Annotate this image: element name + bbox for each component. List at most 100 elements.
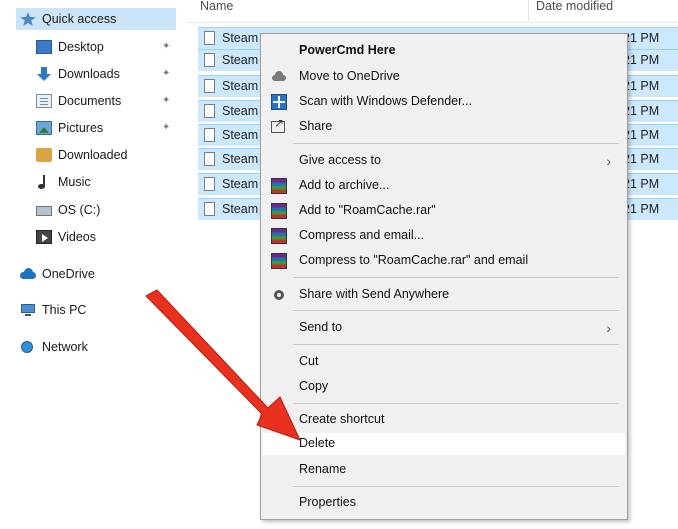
onedrive-icon <box>271 69 287 85</box>
column-header: Name Date modified <box>186 0 678 23</box>
nav-network[interactable]: Network <box>20 336 88 358</box>
file-name: Steam <box>222 53 259 67</box>
menu-separator <box>293 310 619 311</box>
onedrive-icon <box>20 267 36 281</box>
nav-videos[interactable]: Videos <box>36 226 96 248</box>
nav-label: Desktop <box>58 40 104 54</box>
file-icon <box>204 53 215 67</box>
menu-item-create-shortcut[interactable]: Create shortcut <box>263 409 625 431</box>
nav-label: Quick access <box>42 12 117 26</box>
videos-icon <box>36 230 52 244</box>
nav-music[interactable]: Music <box>36 171 91 193</box>
nav-documents[interactable]: Documents <box>36 90 121 112</box>
file-name: Steam <box>222 202 259 216</box>
menu-item-label: Cut <box>299 354 319 368</box>
file-date: 21 PM <box>623 202 660 216</box>
send-anywhere-icon <box>274 290 284 300</box>
file-icon <box>204 104 215 118</box>
file-icon <box>204 128 215 142</box>
menu-item-label: Rename <box>299 462 347 476</box>
downloads-icon <box>36 67 52 81</box>
menu-separator <box>293 277 619 278</box>
menu-item-rename[interactable]: Rename <box>263 459 625 481</box>
nav-quick-access[interactable]: Quick access <box>16 8 176 30</box>
file-name: Steam <box>222 177 259 191</box>
file-icon <box>204 202 215 216</box>
menu-item-move-onedrive[interactable]: Move to OneDrive <box>263 66 625 88</box>
defender-shield-icon <box>271 94 287 110</box>
documents-icon <box>36 94 52 108</box>
file-name: Steam <box>222 128 259 142</box>
menu-separator <box>293 143 619 144</box>
nav-label: Downloads <box>58 67 120 81</box>
column-divider[interactable] <box>528 0 529 22</box>
file-date: 21 PM <box>623 128 660 142</box>
winrar-icon <box>271 253 287 269</box>
nav-label: Pictures <box>58 121 104 135</box>
menu-item-label: Share with Send Anywhere <box>299 287 450 301</box>
context-menu: PowerCmd Here Move to OneDrive Scan with… <box>260 33 628 520</box>
menu-item-share[interactable]: Share <box>263 116 625 138</box>
menu-item-properties[interactable]: Properties <box>263 492 625 514</box>
chevron-right-icon: › <box>606 153 611 169</box>
winrar-icon <box>271 203 287 219</box>
nav-desktop[interactable]: Desktop <box>36 36 104 58</box>
menu-item-add-rar[interactable]: Add to "RoamCache.rar" <box>263 200 625 222</box>
file-icon <box>204 79 215 93</box>
pin-icon[interactable]: ✦ <box>162 95 172 107</box>
nav-os-drive[interactable]: OS (C:) <box>36 199 100 221</box>
nav-label: OneDrive <box>42 267 95 281</box>
file-date: 21 PM <box>623 31 660 45</box>
menu-separator <box>293 486 619 487</box>
menu-item-label: Scan with Windows Defender... <box>299 94 472 108</box>
column-header-date[interactable]: Date modified <box>536 0 613 13</box>
pin-icon[interactable]: ✦ <box>162 41 172 53</box>
nav-downloads[interactable]: Downloads <box>36 63 120 85</box>
menu-item-scan-defender[interactable]: Scan with Windows Defender... <box>263 91 625 113</box>
pin-icon[interactable]: ✦ <box>162 122 172 134</box>
file-icon <box>204 31 215 45</box>
nav-label: Network <box>42 340 88 354</box>
menu-item-label: Share <box>299 119 333 133</box>
file-date: 21 PM <box>623 177 660 191</box>
column-header-name[interactable]: Name <box>200 0 233 13</box>
menu-item-add-archive[interactable]: Add to archive... <box>263 175 625 197</box>
menu-item-compress-rar-email[interactable]: Compress to "RoamCache.rar" and email <box>263 250 625 272</box>
menu-item-label: Delete <box>299 436 336 450</box>
nav-this-pc[interactable]: This PC <box>20 299 86 321</box>
menu-item-give-access[interactable]: Give access to › <box>263 150 625 172</box>
file-date: 21 PM <box>623 79 660 93</box>
menu-item-label: Send to <box>299 320 343 334</box>
menu-item-send-to[interactable]: Send to › <box>263 317 625 339</box>
nav-pictures[interactable]: Pictures <box>36 117 103 139</box>
menu-item-powercmd[interactable]: PowerCmd Here <box>263 40 625 62</box>
drive-icon <box>36 206 52 216</box>
pin-icon[interactable]: ✦ <box>162 68 172 80</box>
nav-label: Downloaded <box>58 148 128 162</box>
menu-item-label: Create shortcut <box>299 412 385 426</box>
menu-item-compress-email[interactable]: Compress and email... <box>263 225 625 247</box>
nav-label: Documents <box>58 94 122 108</box>
nav-label: This PC <box>42 303 87 317</box>
menu-item-send-anywhere[interactable]: Share with Send Anywhere <box>263 284 625 306</box>
file-name: Steam <box>222 31 259 45</box>
file-icon <box>204 152 215 166</box>
menu-item-copy[interactable]: Copy <box>263 376 625 398</box>
winrar-icon <box>271 228 287 244</box>
menu-item-label: Give access to <box>299 153 381 167</box>
menu-item-delete[interactable]: Delete <box>263 433 625 455</box>
folder-icon <box>36 148 52 162</box>
nav-downloaded[interactable]: Downloaded <box>36 144 128 166</box>
file-date: 21 PM <box>623 53 660 67</box>
nav-label: Music <box>58 175 91 189</box>
file-date: 21 PM <box>623 152 660 166</box>
desktop-icon <box>36 40 52 54</box>
computer-icon <box>20 303 36 317</box>
file-name: Steam <box>222 104 259 118</box>
file-icon <box>204 177 215 191</box>
menu-item-cut[interactable]: Cut <box>263 351 625 373</box>
menu-item-label: PowerCmd Here <box>299 43 396 57</box>
star-icon <box>20 12 36 26</box>
menu-separator <box>293 403 619 404</box>
nav-onedrive[interactable]: OneDrive <box>20 263 95 285</box>
